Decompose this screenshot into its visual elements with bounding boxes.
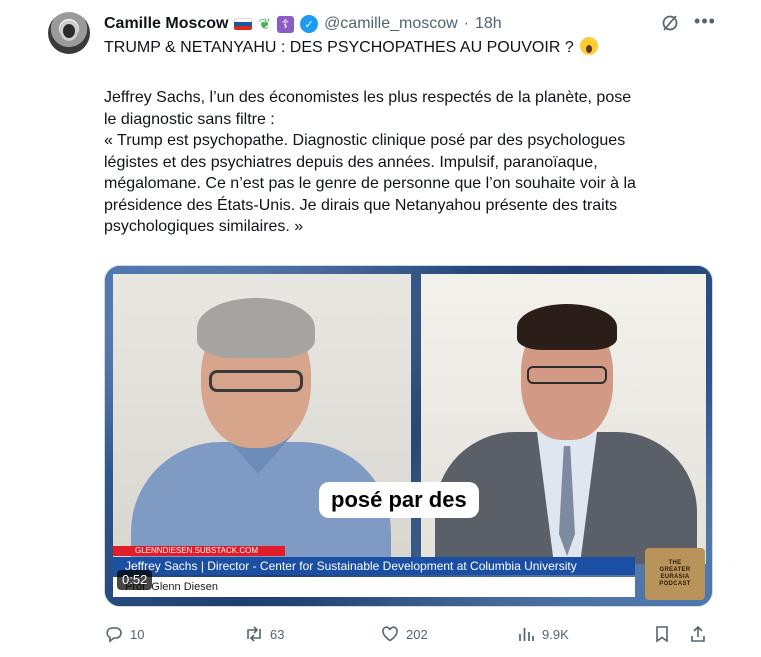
like-button[interactable]: 202	[380, 624, 428, 644]
host-video-panel	[421, 274, 706, 564]
bookmark-button[interactable]	[652, 624, 672, 644]
action-bar: 10 63 202 9.9K	[104, 624, 716, 644]
body-line: légistes et des psychiatres depuis des a…	[104, 153, 598, 171]
scream-emoji-icon	[580, 37, 599, 55]
separator: ·	[463, 15, 469, 32]
tweet-headline: TRUMP & NETANYAHU : DES PSYCHOPATHES AU …	[104, 37, 599, 59]
repost-button[interactable]: 63	[244, 624, 284, 644]
video-player[interactable]: posé par des GLENNDIESEN.SUBSTACK.COM Je…	[104, 265, 713, 607]
views-icon	[516, 624, 536, 644]
tweet: Camille Moscow ❦ ☦ ✓ @camille_moscow · 1…	[0, 0, 761, 657]
body-line: mégalomane. Ce n’est pas le genre de per…	[104, 175, 636, 192]
reply-button[interactable]: 10	[104, 624, 144, 644]
timestamp[interactable]: 18h	[475, 15, 502, 33]
russia-flag-icon	[234, 18, 253, 30]
orthodox-cross-icon: ☦	[277, 15, 295, 33]
plant-emoji-icon: ❦	[258, 16, 272, 33]
tweet-header: Camille Moscow ❦ ☦ ✓ @camille_moscow · 1…	[104, 14, 502, 34]
reply-count: 10	[130, 626, 145, 642]
avatar[interactable]	[48, 12, 90, 54]
verified-badge-icon[interactable]: ✓	[300, 15, 319, 33]
lower-third-text: Jeffrey Sachs | Director - Center for Su…	[125, 559, 577, 573]
author-name[interactable]: Camille Moscow	[104, 15, 228, 33]
repost-count: 63	[270, 626, 285, 642]
video-caption: posé par des	[319, 482, 479, 518]
repost-icon	[244, 624, 264, 644]
body-line: psychologiques similaires. »	[104, 218, 304, 235]
share-button[interactable]	[688, 624, 708, 644]
grok-icon[interactable]	[660, 14, 680, 34]
heart-icon	[380, 624, 400, 644]
body-line: présidence des États-Unis. Je dirais que…	[104, 196, 618, 214]
views-button[interactable]: 9.9K	[516, 624, 569, 644]
tweet-body: Jeffrey Sachs, l’un des économistes les …	[104, 87, 714, 238]
like-count: 202	[406, 626, 428, 642]
reply-icon	[104, 624, 124, 644]
author-handle[interactable]: @camille_moscow	[324, 15, 458, 33]
guest-video-panel	[113, 274, 411, 564]
headline-text: TRUMP & NETANYAHU : DES PSYCHOPATHES AU …	[104, 39, 574, 56]
view-count: 9.9K	[542, 626, 569, 642]
body-line: le diagnostic sans filtre :	[104, 110, 275, 128]
podcast-logo: THE GREATER EURASIA PODCAST	[645, 548, 705, 600]
more-icon[interactable]: •••	[694, 12, 716, 32]
body-line: Jeffrey Sachs, l’un des économistes les …	[104, 89, 632, 106]
site-tag: GLENNDIESEN.SUBSTACK.COM	[135, 546, 258, 555]
body-line: « Trump est psychopathe. Diagnostic clin…	[104, 132, 626, 149]
video-duration: 0:52	[117, 570, 153, 590]
bookmark-icon	[652, 624, 672, 644]
share-icon	[688, 624, 708, 644]
